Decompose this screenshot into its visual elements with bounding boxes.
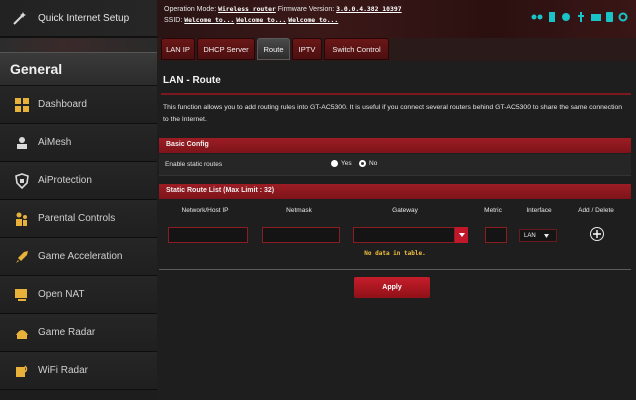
interface-value: LAN [524, 232, 536, 239]
route-input-row: LAN [159, 223, 631, 249]
family-icon [16, 212, 27, 226]
shield-icon [15, 172, 29, 189]
sidebar-section-title: General [0, 52, 157, 86]
plus-icon [593, 230, 601, 238]
static-routes-row: Enable static routes Yes No [159, 154, 631, 176]
tab-iptv[interactable]: IPTV [292, 38, 322, 60]
nat-icon [15, 288, 27, 301]
usb-icon[interactable] [576, 12, 586, 22]
device-icon[interactable] [548, 12, 556, 22]
sidebar: Quick Internet Setup General Dashboard A… [0, 0, 157, 400]
operation-mode-link[interactable]: Wireless router [218, 5, 276, 13]
apply-button[interactable]: Apply [354, 277, 430, 298]
tab-route[interactable]: Route [257, 38, 290, 60]
sidebar-item-aimesh[interactable]: AiMesh [0, 124, 157, 162]
radio-circle-selected[interactable] [359, 160, 366, 167]
page-description: This function allows you to add routing … [163, 104, 623, 123]
column-header: Netmask [286, 207, 312, 214]
radio-yes[interactable]: Yes [331, 160, 352, 167]
system-info: Operation Mode: Wireless router Firmware… [164, 4, 402, 26]
sidebar-item-label: AiMesh [38, 137, 72, 148]
dashboard-icon [15, 97, 29, 112]
ssid-label: SSID: [164, 17, 183, 24]
empty-table-message: No data in table. [364, 250, 426, 257]
tab-switch-control[interactable]: Switch Control [324, 38, 389, 60]
tab-bar: LAN IP DHCP Server Route IPTV Switch Con… [157, 38, 636, 61]
basic-config-header: Basic Config [159, 138, 631, 153]
interface-select[interactable]: LAN [519, 229, 557, 242]
tab-lan-ip[interactable]: LAN IP [161, 38, 195, 60]
table-header-row: Network/Host IP Netmask Gateway Metric I… [159, 203, 631, 219]
chevron-down-icon [458, 233, 465, 237]
phone-icon[interactable] [606, 12, 613, 22]
radio-no-label: No [369, 160, 378, 167]
sidebar-item-label: Game Acceleration [38, 251, 123, 262]
table-divider [159, 269, 631, 270]
page-title: LAN - Route [163, 75, 221, 86]
mesh-icon [17, 136, 27, 149]
settings-icon[interactable] [618, 12, 628, 22]
game-radar-icon [16, 329, 28, 339]
sidebar-item-dashboard[interactable]: Dashboard [0, 86, 157, 124]
column-header: Network/Host IP [181, 207, 229, 214]
sidebar-decoration [0, 38, 157, 52]
column-header: Add / Delete [578, 207, 614, 214]
ssid-link[interactable]: Welcome to... [184, 16, 234, 24]
ssid-link[interactable]: Welcome to... [288, 16, 338, 24]
sidebar-item-parental-controls[interactable]: Parental Controls [0, 200, 157, 238]
radio-yes-label: Yes [341, 160, 352, 167]
firmware-version-link[interactable]: 3.0.0.4.382_10397 [336, 5, 401, 13]
radio-no[interactable]: No [359, 160, 377, 167]
wireless-icon[interactable] [591, 12, 601, 22]
internet-status-icon[interactable] [561, 12, 571, 22]
chevron-down-icon [543, 233, 549, 238]
top-status-bar: Operation Mode: Wireless router Firmware… [157, 0, 636, 38]
wifi-radar-icon [16, 364, 28, 377]
sidebar-item-aiprotection[interactable]: AiProtection [0, 162, 157, 200]
wand-icon [13, 12, 26, 25]
add-route-button[interactable] [590, 227, 604, 241]
main-content: LAN - Route This function allows you to … [157, 61, 636, 400]
netmask-input[interactable] [262, 227, 340, 243]
static-route-list-header: Static Route List (Max Limit : 32) [159, 184, 631, 199]
sidebar-item-label: AiProtection [38, 175, 92, 186]
operation-mode-label: Operation Mode: [164, 6, 217, 13]
tab-dhcp-server[interactable]: DHCP Server [197, 38, 255, 60]
sidebar-item-game-radar[interactable]: Game Radar [0, 314, 157, 352]
column-header: Interface [526, 207, 552, 214]
radio-circle[interactable] [331, 160, 338, 167]
quick-internet-setup-button[interactable]: Quick Internet Setup [0, 0, 157, 38]
rocket-icon [16, 250, 28, 263]
metric-input[interactable] [485, 227, 507, 243]
sidebar-item-label: Dashboard [38, 99, 87, 110]
network-map-icon[interactable] [531, 12, 543, 22]
sidebar-item-open-nat[interactable]: Open NAT [0, 276, 157, 314]
sidebar-item-label: Game Radar [38, 327, 96, 338]
column-header: Metric [484, 207, 502, 214]
quick-internet-setup-label: Quick Internet Setup [38, 12, 130, 24]
ssid-link[interactable]: Welcome to... [236, 16, 286, 24]
sidebar-item-label: Parental Controls [38, 213, 116, 224]
sidebar-item-label: WiFi Radar [38, 365, 89, 376]
gateway-input[interactable] [353, 227, 455, 243]
firmware-label: Firmware Version: [277, 6, 335, 13]
enable-static-routes-label: Enable static routes [165, 161, 223, 168]
status-icons [531, 12, 628, 22]
network-host-ip-input[interactable] [168, 227, 248, 243]
sidebar-item-game-acceleration[interactable]: Game Acceleration [0, 238, 157, 276]
sidebar-item-label: Open NAT [38, 289, 85, 300]
title-divider [161, 93, 631, 95]
sidebar-item-wifi-radar[interactable]: WiFi Radar [0, 352, 157, 390]
gateway-dropdown-button[interactable] [455, 227, 468, 243]
column-header: Gateway [392, 207, 418, 214]
